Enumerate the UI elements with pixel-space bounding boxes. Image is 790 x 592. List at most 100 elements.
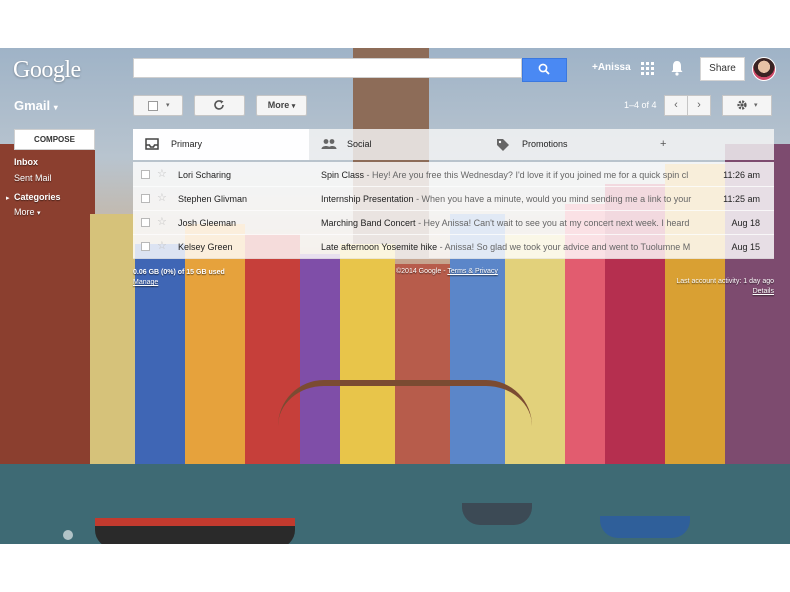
newer-button[interactable]: ‹: [664, 95, 688, 116]
tab-promotions-label: Promotions: [522, 139, 568, 149]
refresh-icon: [214, 100, 224, 110]
email-subject-line: Spin Class - Hey! Are you free this Wedn…: [321, 170, 699, 180]
chat-icon[interactable]: [63, 530, 73, 540]
search-button[interactable]: [522, 58, 567, 82]
email-snippet: - Hey Anissa! Can't wait to see you at m…: [415, 218, 690, 228]
email-subject-line: Internship Presentation - When you have …: [321, 194, 699, 204]
tab-social[interactable]: Social: [309, 129, 484, 160]
select-all-button[interactable]: ▾: [133, 95, 183, 116]
pagination-count: 1–4 of 4: [624, 100, 657, 110]
settings-button[interactable]: ▾: [722, 95, 772, 116]
email-subject-line: Late afternoon Yosemite hike - Anissa! S…: [321, 242, 699, 252]
email-date: Aug 15: [731, 242, 760, 252]
chevron-left-icon: ‹: [674, 99, 678, 111]
compose-button[interactable]: COMPOSE: [14, 129, 95, 150]
chevron-down-icon: ▾: [37, 210, 41, 217]
terms-privacy-link[interactable]: Terms & Privacy: [447, 268, 498, 275]
storage-usage: 0.06 GB (0%) of 15 GB used: [133, 269, 225, 276]
star-icon[interactable]: ☆: [157, 191, 167, 204]
sidebar-item-more[interactable]: More ▾: [14, 207, 41, 217]
tag-icon: [497, 139, 509, 151]
sidebar-item-more-label: More: [14, 207, 35, 217]
message-list: ☆ Lori Scharing Spin Class - Hey! Are yo…: [133, 162, 774, 259]
boat-scenery: [600, 516, 690, 538]
checkbox-icon: [148, 101, 158, 111]
row-checkbox[interactable]: [141, 242, 150, 251]
tab-social-label: Social: [347, 139, 372, 149]
scenery-building: [395, 264, 450, 474]
notifications-bell-icon[interactable]: [670, 60, 684, 76]
scenery-building: [90, 214, 135, 474]
star-icon[interactable]: ☆: [157, 215, 167, 228]
inbox-icon: [145, 138, 159, 150]
older-button[interactable]: ›: [687, 95, 711, 116]
share-button[interactable]: Share: [700, 57, 745, 81]
sidebar-item-sent-mail[interactable]: Sent Mail: [14, 173, 52, 183]
account-avatar[interactable]: [752, 57, 776, 81]
email-sender: Kelsey Green: [178, 242, 233, 252]
copyright-text: ©2014 Google -: [396, 268, 448, 275]
email-date: 11:25 am: [723, 194, 760, 204]
email-row[interactable]: ☆ Kelsey Green Late afternoon Yosemite h…: [133, 234, 774, 259]
email-row[interactable]: ☆ Josh Gleeman Marching Band Concert - H…: [133, 210, 774, 235]
gear-icon: [737, 100, 747, 110]
activity-details-link[interactable]: Details: [664, 287, 774, 297]
chevron-down-icon: ▾: [291, 103, 296, 110]
sidebar-item-categories[interactable]: Categories: [14, 192, 61, 202]
expand-arrow-icon[interactable]: ▸: [6, 194, 10, 202]
tab-promotions[interactable]: Promotions: [484, 129, 660, 160]
gmail-label: Gmail: [14, 98, 51, 113]
chevron-down-icon: ▾: [53, 103, 58, 112]
row-checkbox[interactable]: [141, 218, 150, 227]
scenery-building: [185, 224, 245, 474]
account-activity: Last account activity: 1 day ago Details: [664, 277, 774, 297]
boat-scenery: [462, 503, 532, 525]
email-subject: Internship Presentation: [321, 194, 414, 204]
email-sender: Lori Scharing: [178, 170, 232, 180]
manage-storage-link[interactable]: Manage: [133, 278, 225, 288]
scenery-building: [245, 234, 300, 474]
chevron-down-icon: ▾: [166, 102, 170, 109]
email-subject: Spin Class: [321, 170, 365, 180]
boat-scenery: [95, 518, 295, 544]
more-button[interactable]: More ▾: [256, 95, 307, 116]
email-date: Aug 18: [731, 218, 760, 228]
tab-primary[interactable]: Primary: [133, 129, 309, 160]
email-snippet: - Anissa! So glad we took your advice an…: [437, 242, 691, 252]
gmail-menu[interactable]: Gmail ▾: [14, 98, 58, 113]
email-snippet: - Hey! Are you free this Wednesday? I'd …: [364, 170, 689, 180]
chevron-right-icon: ›: [697, 99, 701, 111]
email-row[interactable]: ☆ Lori Scharing Spin Class - Hey! Are yo…: [133, 162, 774, 187]
bridge-scenery: [278, 380, 532, 426]
more-label: More: [267, 100, 290, 110]
email-date: 11:26 am: [723, 170, 760, 180]
row-checkbox[interactable]: [141, 194, 150, 203]
sidebar-item-inbox[interactable]: Inbox: [14, 157, 38, 167]
email-subject-line: Marching Band Concert - Hey Anissa! Can'…: [321, 218, 699, 228]
email-snippet: - When you have a minute, would you mind…: [413, 194, 692, 204]
star-icon[interactable]: ☆: [157, 239, 167, 252]
email-sender: Josh Gleeman: [178, 218, 237, 228]
category-tabs: Primary Social Promotions: [133, 129, 774, 160]
people-icon: [321, 139, 337, 149]
chevron-down-icon: ▾: [754, 102, 758, 109]
star-icon[interactable]: ☆: [157, 167, 167, 180]
user-profile-link[interactable]: +Anissa: [592, 62, 631, 73]
scenery-building: [300, 254, 340, 474]
scenery-building: [505, 234, 565, 474]
copyright-footer: ©2014 Google - Terms & Privacy: [396, 268, 498, 275]
email-subject: Marching Band Concert: [321, 218, 416, 228]
google-logo[interactable]: Google: [13, 57, 81, 84]
email-sender: Stephen Glivman: [178, 194, 248, 204]
apps-grid-icon[interactable]: [641, 62, 654, 75]
row-checkbox[interactable]: [141, 170, 150, 179]
search-icon: [538, 63, 550, 75]
tab-primary-label: Primary: [171, 139, 202, 149]
add-tab-icon[interactable]: +: [660, 138, 666, 150]
email-subject: Late afternoon Yosemite hike: [321, 242, 438, 252]
last-activity-text: Last account activity: 1 day ago: [676, 278, 774, 285]
scenery-building: [340, 244, 395, 474]
refresh-button[interactable]: [194, 95, 245, 116]
search-input[interactable]: [133, 58, 522, 78]
email-row[interactable]: ☆ Stephen Glivman Internship Presentatio…: [133, 186, 774, 211]
